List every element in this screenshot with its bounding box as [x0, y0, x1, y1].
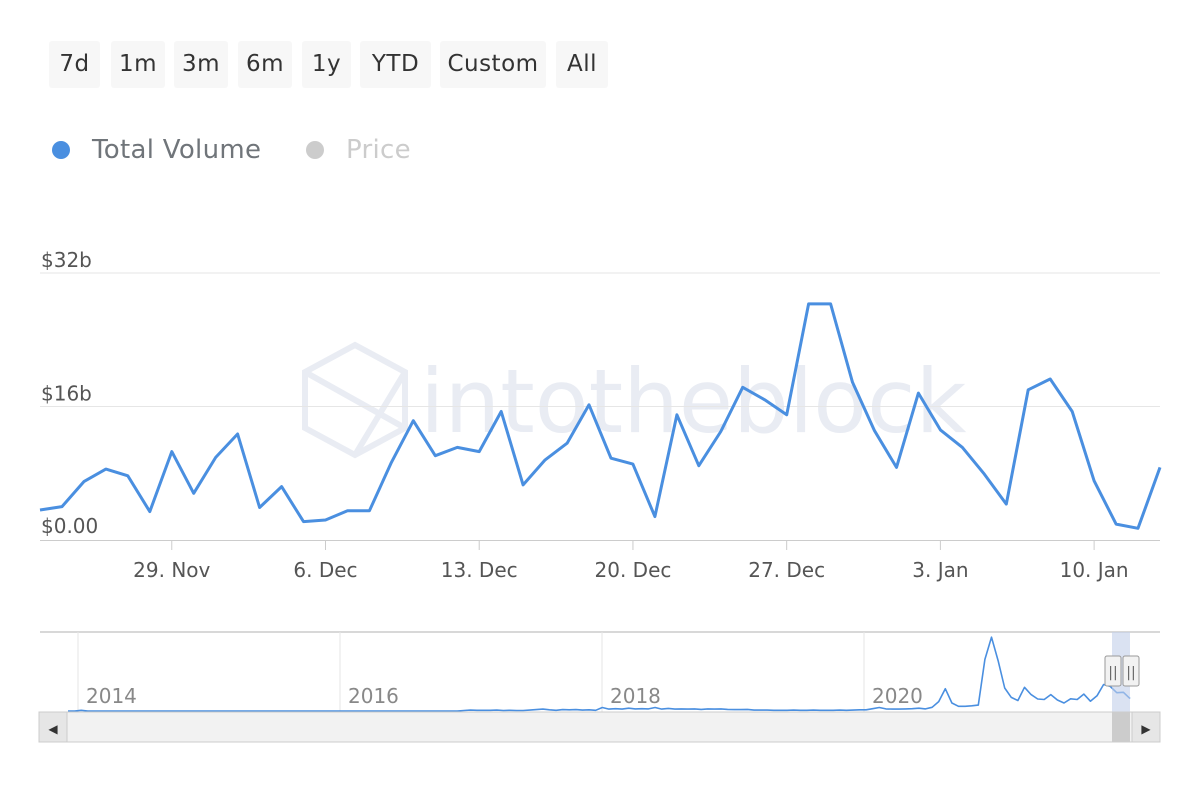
y-axis: $0.00 $16b $32b — [41, 248, 98, 538]
navigator-handle-left[interactable]: || — [1104, 655, 1122, 687]
y-tick-label: $16b — [41, 382, 92, 406]
navigator-grid: 2014 2016 2018 2020 — [77, 632, 923, 712]
x-tick-label: 20. Dec — [595, 558, 672, 582]
navigator-year-label: 2018 — [610, 684, 661, 708]
x-axis: 29. Nov 6. Dec 13. Dec 20. Dec 27. Dec 3. Jan… — [40, 540, 1160, 582]
watermark-text: intotheblock — [420, 350, 967, 453]
arrow-right-icon: ▶ — [1141, 722, 1151, 736]
scrollbar[interactable]: ◀ ▶ — [38, 711, 1161, 743]
x-tick-label: 13. Dec — [441, 558, 518, 582]
arrow-left-icon: ◀ — [48, 722, 58, 736]
x-tick-label: 29. Nov — [133, 558, 210, 582]
x-tick-label: 10. Jan — [1060, 558, 1129, 582]
navigator-handle-right[interactable]: || — [1122, 655, 1140, 687]
navigator-year-label: 2016 — [348, 684, 399, 708]
y-tick-label: $0.00 — [41, 514, 98, 538]
navigator-year-label: 2014 — [86, 684, 137, 708]
x-tick-label: 3. Jan — [912, 558, 968, 582]
scrollbar-thumb[interactable] — [1112, 712, 1130, 742]
navigator-year-label: 2020 — [872, 684, 923, 708]
navigator-series-line — [68, 636, 1131, 712]
y-tick-label: $32b — [41, 248, 92, 272]
watermark-logo-icon — [302, 341, 408, 459]
scrollbar-track[interactable] — [38, 711, 1161, 743]
navigator: 2014 2016 2018 2020 || || ◀ ▶ — [38, 631, 1161, 743]
x-tick-label: 6. Dec — [293, 558, 357, 582]
chart-svg: intotheblock $0.00 $16b $32b 29. Nov 6. Dec… — [38, 248, 1162, 743]
handle-grip-icon: || — [1126, 665, 1135, 681]
handle-grip-icon: || — [1108, 665, 1117, 681]
x-tick-label: 27. Dec — [748, 558, 825, 582]
navigator-series — [68, 636, 1131, 712]
